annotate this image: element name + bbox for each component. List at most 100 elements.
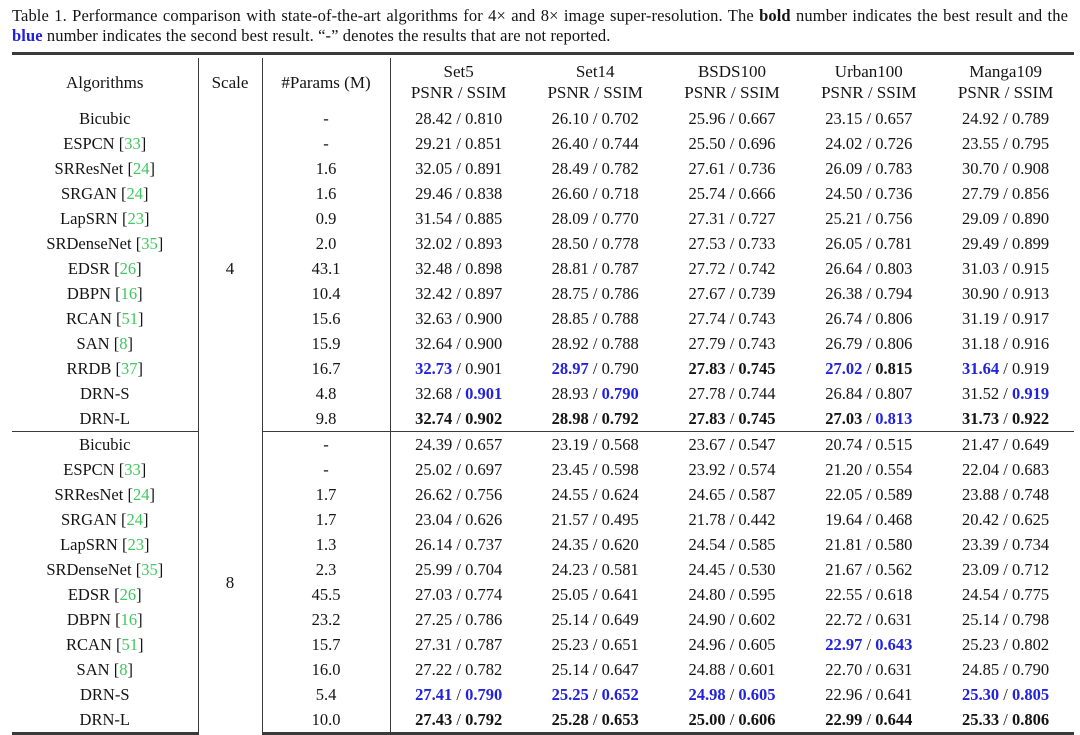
- table-row: DBPN [16] 23.2 27.25 / 0.786 25.14 / 0.649 2…: [12, 607, 1074, 632]
- cell-algorithm-name: SAN [8]: [76, 660, 133, 679]
- cell-metric-set5: 32.05 / 0.891: [389, 156, 527, 181]
- ssim-value: 0.585: [738, 535, 776, 554]
- ssim-value: 0.778: [601, 234, 639, 253]
- psnr-value: 27.79: [688, 334, 726, 353]
- citation-link[interactable]: 16: [121, 284, 138, 303]
- psnr-value: 24.88: [688, 660, 726, 679]
- column-header-bsds100-metric: PSNR / SSIM: [684, 83, 780, 102]
- metric-separator: /: [999, 309, 1013, 328]
- ssim-value: 0.727: [738, 209, 776, 228]
- psnr-value: 24.90: [688, 610, 726, 629]
- citation-link[interactable]: 26: [120, 259, 137, 278]
- metric-separator: /: [862, 284, 876, 303]
- psnr-value: 25.02: [415, 460, 453, 479]
- cell-metric-set14: 25.25 / 0.652: [527, 682, 664, 707]
- algorithm-label: SRGAN: [60, 510, 117, 529]
- citation-link[interactable]: 35: [141, 234, 158, 253]
- cell-metric-bsds100: 27.78 / 0.744: [664, 381, 801, 406]
- metric-separator: /: [588, 259, 602, 278]
- citation-link[interactable]: 51: [121, 309, 138, 328]
- metric-separator: /: [862, 435, 876, 454]
- metric-separator: /: [452, 384, 466, 403]
- metric-separator: /: [725, 610, 739, 629]
- cell-metric-manga109: 23.09 / 0.712: [937, 557, 1074, 582]
- ssim-value: 0.900: [465, 334, 503, 353]
- metric-separator: /: [725, 284, 739, 303]
- cell-metric-set14: 28.81 / 0.787: [527, 256, 664, 281]
- cell-algorithm-name: SRResNet [24]: [54, 485, 155, 504]
- algorithm-label: SRResNet: [54, 485, 124, 504]
- metric-separator: /: [588, 610, 602, 629]
- metric-separator: /: [725, 309, 739, 328]
- citation-link[interactable]: 33: [124, 134, 141, 153]
- cell-metric-set14: 24.23 / 0.581: [527, 557, 664, 582]
- ssim-value: 0.790: [1012, 660, 1050, 679]
- metric-separator: /: [725, 334, 739, 353]
- metric-separator: /: [452, 560, 466, 579]
- psnr-value: 29.46: [415, 184, 453, 203]
- cell-metric-set5: 27.25 / 0.786: [389, 607, 527, 632]
- cell-metric-urban100: 27.03 / 0.813: [800, 406, 938, 432]
- metric-separator: /: [862, 334, 876, 353]
- table-row: EDSR [26] 45.5 27.03 / 0.774 25.05 / 0.641 2…: [12, 582, 1074, 607]
- psnr-value: 31.19: [962, 309, 1000, 328]
- algorithm-label: EDSR: [67, 585, 111, 604]
- ssim-value: 0.790: [465, 685, 503, 704]
- psnr-value: 27.74: [688, 309, 726, 328]
- metric-separator: /: [452, 409, 466, 428]
- psnr-value: 23.39: [962, 535, 1000, 554]
- psnr-value: 25.14: [962, 610, 1000, 629]
- psnr-value: 26.09: [825, 159, 863, 178]
- psnr-value: 22.96: [825, 685, 863, 704]
- psnr-value: 26.60: [551, 184, 589, 203]
- table-row: DRN-S 4.8 32.68 / 0.901 28.93 / 0.790 27.78 …: [12, 381, 1074, 406]
- psnr-value: 24.98: [688, 685, 726, 704]
- psnr-value: 26.10: [551, 109, 589, 128]
- performance-comparison-table: Algorithms Scale #Params (M) Set5 PSNR /…: [12, 52, 1074, 735]
- ssim-value: 0.468: [875, 510, 913, 529]
- citation-link[interactable]: 23: [127, 535, 144, 554]
- citation-link[interactable]: 23: [127, 209, 144, 228]
- citation-link[interactable]: 37: [121, 359, 138, 378]
- column-header-set5-name: Set5: [443, 62, 474, 81]
- ssim-value: 0.696: [738, 134, 776, 153]
- citation-link[interactable]: 24: [127, 184, 144, 203]
- psnr-value: 24.85: [962, 660, 1000, 679]
- table-row: Bicubic 8-24.39 / 0.657 23.19 / 0.568 23.67…: [12, 431, 1074, 734]
- ssim-value: 0.745: [738, 409, 776, 428]
- citation-link[interactable]: 24: [133, 485, 150, 504]
- metric-separator: /: [999, 710, 1013, 729]
- citation-link[interactable]: 26: [120, 585, 137, 604]
- ssim-value: 0.806: [875, 309, 913, 328]
- citation-link[interactable]: 8: [119, 334, 127, 353]
- algorithm-label: SAN: [76, 334, 110, 353]
- citation-link[interactable]: 35: [141, 560, 158, 579]
- citation-link[interactable]: 33: [124, 460, 141, 479]
- psnr-value: 31.73: [962, 409, 1000, 428]
- citation-link[interactable]: 16: [121, 610, 138, 629]
- cell-metric-urban100: 26.74 / 0.806: [800, 306, 937, 331]
- metric-separator: /: [999, 585, 1013, 604]
- cell-algorithm-name: Bicubic: [12, 432, 198, 458]
- ssim-value: 0.589: [875, 485, 913, 504]
- citation-link[interactable]: 24: [127, 510, 144, 529]
- psnr-value: 27.79: [962, 184, 1000, 203]
- ssim-value: 0.915: [1012, 259, 1050, 278]
- psnr-value: 21.47: [962, 435, 1000, 454]
- cell-params: 43.1: [261, 256, 390, 281]
- caption-blue-word: blue: [12, 26, 43, 45]
- algorithm-label: ESPCN: [63, 460, 115, 479]
- ssim-value: 0.748: [1012, 485, 1050, 504]
- cell-metric-set14: 23.19 / 0.568: [527, 432, 664, 458]
- psnr-value: 28.81: [551, 259, 589, 278]
- psnr-value: 27.61: [688, 159, 726, 178]
- citation-link[interactable]: 24: [133, 159, 150, 178]
- cell-params: 16.0: [261, 657, 390, 682]
- citation-link[interactable]: 51: [121, 635, 138, 654]
- psnr-value: 32.48: [415, 259, 453, 278]
- cell-metric-urban100: 25.21 / 0.756: [800, 206, 937, 231]
- metric-separator: /: [999, 435, 1013, 454]
- metric-separator: /: [725, 159, 739, 178]
- ssim-value: 0.737: [465, 535, 503, 554]
- citation-link[interactable]: 8: [119, 660, 127, 679]
